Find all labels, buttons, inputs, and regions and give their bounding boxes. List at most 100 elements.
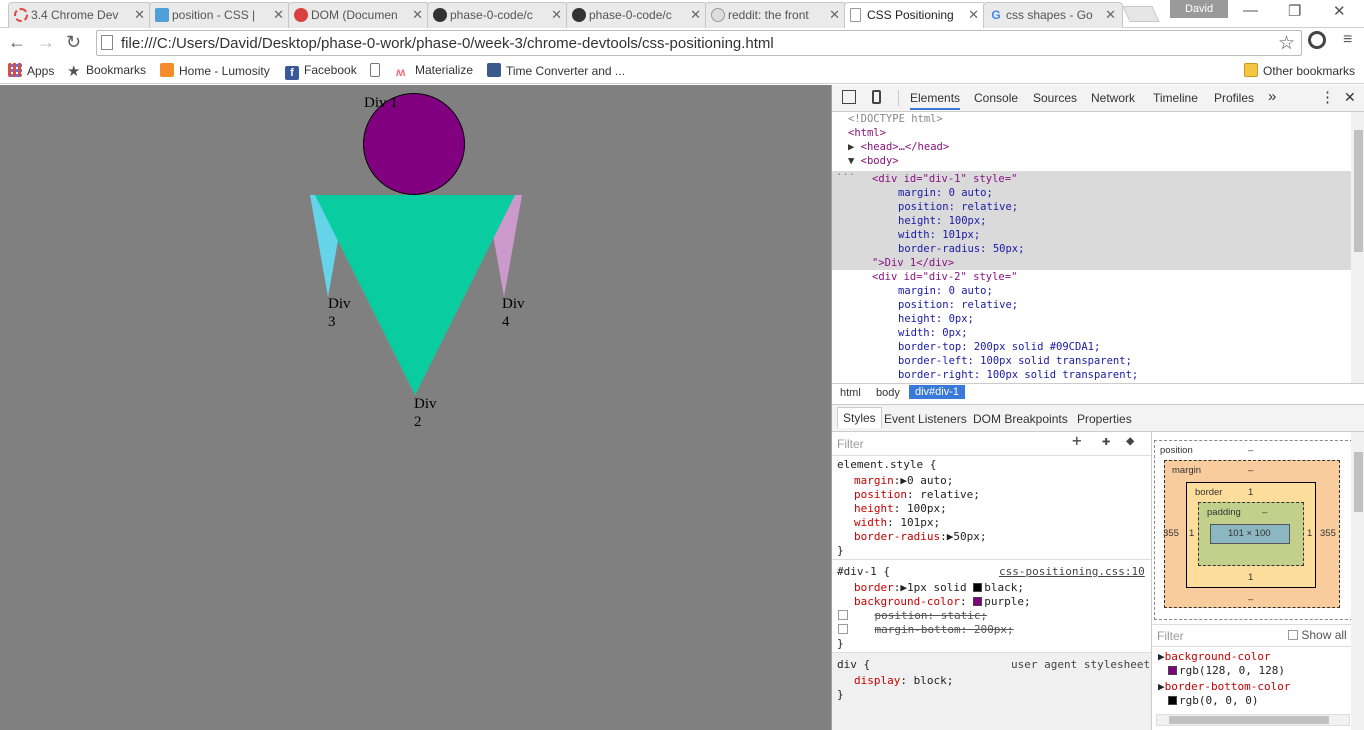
minimize-icon[interactable]: — [1243,2,1258,19]
ellipsis-icon: ··· [836,169,855,181]
other-bookmarks[interactable]: Other bookmarks [1244,63,1355,78]
dom-head[interactable]: ▶ <head>…</head> [848,140,949,154]
style-prop[interactable]: height: 100px; [854,502,947,516]
computed-prop[interactable]: ▶background-color [1158,650,1271,663]
tab-properties[interactable]: Properties [1077,412,1132,426]
style-prop[interactable]: border-radius:▶50px; [854,530,986,544]
close-tab-icon[interactable]: ✕ [551,3,562,27]
close-tab-icon[interactable]: ✕ [829,3,840,27]
pin-icon[interactable]: ✚ [1102,434,1110,448]
reload-icon[interactable]: ↻ [66,32,81,53]
dom-doctype: <!DOCTYPE html> [848,113,943,125]
close-tab-icon[interactable]: ✕ [412,3,423,27]
horizontal-scrollbar[interactable] [1156,714,1350,726]
tab-sources[interactable]: Sources [1033,91,1077,105]
dom-div1-close: ">Div 1</div> [872,257,955,269]
styles-filter-input[interactable]: Filter [837,437,864,451]
checkbox[interactable] [838,610,848,620]
bookmark-page[interactable] [370,63,385,78]
dom-div2-open[interactable]: <div id="div-2" style=" [872,270,1017,284]
inspect-icon[interactable] [842,90,856,104]
more-tabs-icon[interactable]: » [1268,88,1276,105]
bookmark-time-converter[interactable]: Time Converter and ... [487,63,625,78]
color-swatch[interactable] [973,597,983,606]
close-tab-icon[interactable]: ✕ [1105,3,1116,27]
close-tab-icon[interactable]: ✕ [968,3,979,27]
browser-tab[interactable]: DOM (Documen ✕ [288,2,430,28]
dom-div1-open[interactable]: <div id="div-1" style=" [872,172,1017,186]
back-icon[interactable]: ← [8,32,26,53]
bookmark-materialize[interactable]: ʍ Materialize [396,63,473,79]
toggle-element-state-icon[interactable]: ◆ [1126,434,1134,448]
crumb-body[interactable]: body [876,387,900,399]
style-prop[interactable]: width: 101px; [854,516,940,530]
browser-tab-active[interactable]: CSS Positioning ✕ [844,2,986,28]
dom-style-line: width: 101px; [898,229,981,241]
styles-pane: Filter + ✚ ◆ element.style { margin:▶0 a… [832,432,1152,730]
bookmark-lumosity[interactable]: Home - Lumosity [160,63,270,78]
bookmark-bookmarks[interactable]: ★ Bookmarks [67,63,146,79]
close-devtools-icon[interactable]: ✕ [1344,89,1356,106]
tab-console[interactable]: Console [974,91,1018,105]
browser-tab[interactable]: position - CSS | ✕ [149,2,291,28]
color-swatch[interactable] [973,583,983,592]
show-all-toggle[interactable]: Show all [1288,628,1347,642]
style-prop[interactable]: margin:▶0 auto; [854,474,953,488]
checkbox[interactable] [838,624,848,634]
menu-icon[interactable]: ≡ [1343,31,1352,49]
scrollbar-thumb[interactable] [1169,716,1329,724]
tab-styles[interactable]: Styles [837,407,882,428]
tab-favicon-icon [14,8,28,22]
dom-style-line: position: relative; [898,299,1019,311]
bookmark-star-icon[interactable]: ☆ [1278,32,1295,55]
browser-tab[interactable]: reddit: the front ✕ [705,2,847,28]
style-prop[interactable]: background-color: purple; [854,595,1031,609]
tab-dom-breakpoints[interactable]: DOM Breakpoints [973,412,1068,426]
box-model-scrollbar[interactable] [1351,432,1364,730]
devtools-menu-icon[interactable]: ⋮ [1320,88,1335,106]
bookmark-apps[interactable]: Apps [8,63,54,78]
add-rule-icon[interactable]: + [1072,432,1082,448]
new-tab-button[interactable] [1122,6,1160,22]
tab-event-listeners[interactable]: Event Listeners [884,412,967,426]
tab-timeline[interactable]: Timeline [1153,91,1198,105]
scrollbar-thumb[interactable] [1354,130,1363,252]
tab-profiles[interactable]: Profiles [1214,91,1254,105]
tab-elements[interactable]: Elements [910,91,961,110]
computed-prop[interactable]: ▶border-bottom-color [1158,680,1290,693]
style-prop-disabled[interactable]: position: static; [838,609,987,623]
dom-scrollbar[interactable] [1351,112,1364,383]
rule-ua-source: user agent stylesheet [1011,658,1151,671]
style-prop[interactable]: border:▶1px solid black; [854,581,1024,595]
restore-icon[interactable]: ❐ [1288,2,1301,20]
style-prop-disabled[interactable]: margin-bottom: 200px; [838,623,1014,637]
crumb-html[interactable]: html [840,387,861,399]
style-prop[interactable]: position: relative; [854,488,980,502]
forward-icon[interactable]: → [37,32,55,53]
close-tab-icon[interactable]: ✕ [690,3,701,27]
browser-tab[interactable]: Gcss shapes - Go ✕ [983,2,1123,28]
browser-tab[interactable]: phase-0-code/c ✕ [427,2,569,28]
scrollbar-thumb[interactable] [1354,452,1363,512]
profile-button[interactable]: David [1170,0,1228,18]
crumb-div1[interactable]: div#div-1 [909,385,966,399]
close-tab-icon[interactable]: ✕ [273,3,284,27]
devtools-tabbar: Elements Console Sources Network Timelin… [832,85,1364,112]
checkbox[interactable] [1288,630,1298,640]
close-window-icon[interactable]: ✕ [1333,2,1346,20]
bookmark-facebook[interactable]: f Facebook [285,63,357,80]
extension-icon[interactable] [1308,31,1326,49]
device-mode-icon[interactable] [872,90,881,104]
dom-html[interactable]: <html> [848,126,886,140]
dom-body[interactable]: ▼ <body> [848,154,899,168]
browser-tab[interactable]: 3.4 Chrome Dev ✕ [8,2,152,28]
reddit-icon [711,8,725,22]
address-bar[interactable]: file:///C:/Users/David/Desktop/phase-0-w… [96,30,1302,56]
tab-network[interactable]: Network [1091,91,1135,105]
folder-icon [1244,63,1258,77]
computed-filter-input[interactable]: Filter [1157,629,1184,643]
close-tab-icon[interactable]: ✕ [134,3,145,27]
clock-icon [487,63,501,77]
browser-tab[interactable]: phase-0-code/c ✕ [566,2,708,28]
rule-source-link[interactable]: css-positioning.css:10 [999,565,1145,579]
